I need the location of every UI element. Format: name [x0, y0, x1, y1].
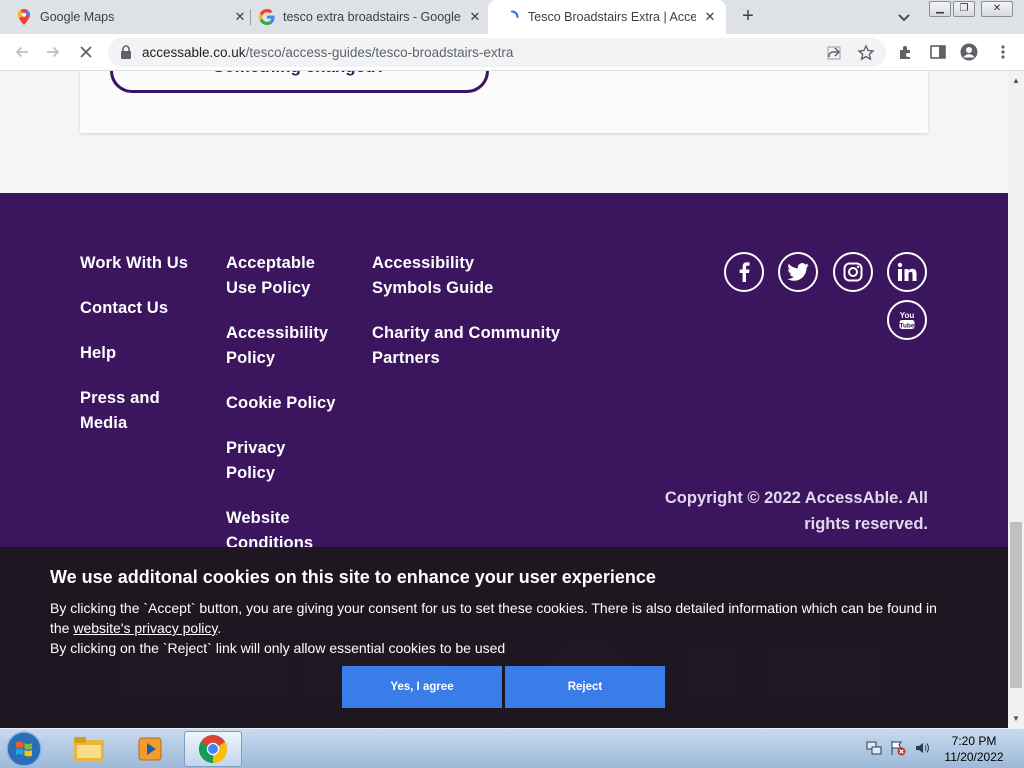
footer-link-privacy-policy[interactable]: Privacy Policy: [226, 436, 336, 486]
tab-google-maps[interactable]: Google Maps ✕: [16, 0, 248, 34]
footer-link-acceptable-use[interactable]: Acceptable Use Policy: [226, 251, 336, 301]
page-scrollbar[interactable]: ▲ ▼: [1008, 71, 1024, 728]
url-path: /tesco/access-guides/tesco-broadstairs-e…: [245, 45, 514, 60]
action-center-flag-icon[interactable]: [890, 740, 906, 756]
close-icon[interactable]: ✕: [232, 9, 248, 25]
taskbar-file-explorer-icon[interactable]: [60, 731, 118, 767]
footer-link-work-with-us[interactable]: Work With Us: [80, 251, 200, 276]
tab-accessable[interactable]: Tesco Broadstairs Extra | AccessA ✕: [488, 0, 726, 34]
footer-link-cookie-policy[interactable]: Cookie Policy: [226, 391, 336, 416]
screen: Google Maps ✕ tesco extra broadstairs - …: [0, 0, 1024, 768]
google-icon: [259, 9, 275, 25]
window-close-icon[interactable]: ✕: [981, 1, 1013, 17]
bookmark-star-icon[interactable]: [857, 44, 875, 62]
cookie-text-reject-note: By clicking on the `Reject` link will on…: [50, 640, 506, 656]
url-text: accessable.co.uk/tesco/access-guides/tes…: [142, 45, 513, 60]
copyright-text: Copyright © 2022 AccessAble. All rights …: [664, 489, 928, 533]
profile-avatar-icon[interactable]: [960, 43, 978, 61]
content-card: Something changed?: [80, 71, 928, 133]
tab-google-search[interactable]: tesco extra broadstairs - Google ✕: [259, 0, 483, 34]
tab-title: Tesco Broadstairs Extra | AccessA: [528, 10, 696, 24]
extensions-puzzle-icon[interactable]: [897, 43, 915, 61]
footer-link-press-and-media[interactable]: Press and Media: [80, 386, 170, 436]
system-clock[interactable]: 7:20 PM 11/20/2022: [938, 733, 1010, 765]
taskbar-media-player-icon[interactable]: [121, 731, 179, 767]
network-icon[interactable]: [866, 740, 882, 756]
footer-column-1: Work With Us Contact Us Help Press and M…: [80, 251, 200, 456]
close-icon[interactable]: ✕: [467, 9, 483, 25]
linkedin-icon[interactable]: [887, 252, 927, 292]
address-bar[interactable]: accessable.co.uk/tesco/access-guides/tes…: [108, 38, 886, 67]
facebook-icon[interactable]: [724, 252, 764, 292]
chevron-down-icon[interactable]: [895, 8, 913, 26]
tab-strip: Google Maps ✕ tesco extra broadstairs - …: [0, 0, 1024, 34]
lock-icon: [120, 45, 132, 64]
close-icon[interactable]: ✕: [702, 9, 718, 25]
something-changed-button[interactable]: Something changed?: [110, 71, 489, 93]
footer-link-symbols-guide[interactable]: Accessibility Symbols Guide: [372, 251, 542, 301]
twitter-icon[interactable]: [778, 252, 818, 292]
footer-link-contact-us[interactable]: Contact Us: [80, 296, 200, 321]
scrollbar-thumb[interactable]: [1010, 522, 1022, 688]
tab-separator: [250, 9, 251, 25]
new-tab-icon[interactable]: +: [737, 5, 759, 27]
forward-arrow-icon[interactable]: [42, 41, 64, 63]
footer-link-accessibility-policy[interactable]: Accessibility Policy: [226, 321, 336, 371]
loading-spinner-icon: [504, 9, 520, 25]
page-viewport: Something changed? Work With Us Contact …: [0, 71, 1008, 728]
windows-taskbar: 7:20 PM 11/20/2022: [0, 728, 1024, 768]
windows-start-icon[interactable]: [4, 730, 44, 768]
taskbar-chrome-icon[interactable]: [184, 731, 242, 767]
footer-link-charity-partners[interactable]: Charity and Community Partners: [372, 321, 572, 371]
footer-column-3: Accessibility Symbols Guide Charity and …: [372, 251, 572, 391]
scroll-down-icon[interactable]: ▼: [1008, 711, 1024, 727]
cookie-banner-title: We use additonal cookies on this site to…: [50, 567, 656, 587]
cookie-banner-text: By clicking the `Accept` button, you are…: [50, 598, 960, 658]
minimize-icon[interactable]: ▁: [929, 1, 951, 17]
restore-icon[interactable]: ❐: [953, 1, 975, 17]
footer-link-help[interactable]: Help: [80, 341, 200, 366]
share-icon[interactable]: [825, 44, 843, 62]
scroll-up-icon[interactable]: ▲: [1008, 73, 1024, 89]
svg-text:Tube: Tube: [899, 322, 914, 329]
tab-title: Google Maps: [40, 10, 115, 24]
url-domain: accessable.co.uk: [142, 45, 246, 60]
browser-toolbar: accessable.co.uk/tesco/access-guides/tes…: [0, 34, 1024, 71]
footer-column-2: Acceptable Use Policy Accessibility Poli…: [226, 251, 336, 576]
google-maps-icon: [16, 9, 32, 25]
kebab-menu-icon[interactable]: [994, 43, 1012, 61]
accept-cookies-button[interactable]: Yes, I agree: [342, 666, 502, 708]
youtube-icon[interactable]: You Tube: [887, 300, 927, 340]
back-arrow-icon[interactable]: [11, 41, 33, 63]
volume-icon[interactable]: [914, 740, 930, 756]
cookie-banner: We use additonal cookies on this site to…: [0, 547, 1008, 728]
clock-date: 11/20/2022: [944, 750, 1004, 764]
cookie-text-end: .: [217, 620, 222, 636]
stop-loading-icon[interactable]: [75, 41, 97, 63]
svg-text:You: You: [900, 311, 915, 320]
reject-cookies-button[interactable]: Reject: [505, 666, 665, 708]
privacy-policy-link[interactable]: website's privacy policy: [73, 620, 217, 636]
instagram-icon[interactable]: [833, 252, 873, 292]
clock-time: 7:20 PM: [951, 734, 997, 748]
tab-title: tesco extra broadstairs - Google: [283, 10, 461, 24]
side-panel-icon[interactable]: [929, 43, 947, 61]
